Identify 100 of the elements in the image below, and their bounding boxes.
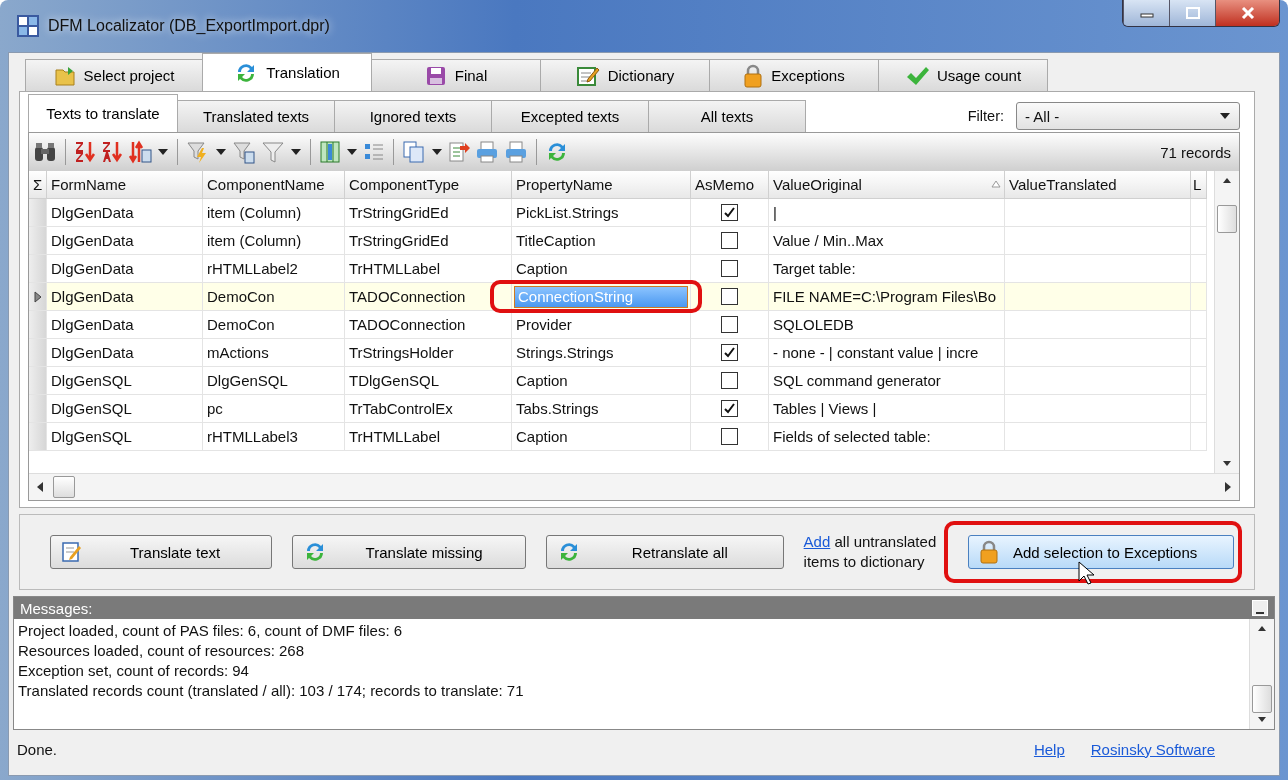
table-cell: TrStringsHolder xyxy=(345,339,512,367)
scroll-right-icon xyxy=(1225,482,1231,492)
column-header[interactable]: AsMemo xyxy=(691,171,769,199)
tab[interactable]: Select project xyxy=(25,59,203,91)
column-header: Σ xyxy=(29,171,47,199)
check-icon xyxy=(723,402,736,415)
binoculars-icon xyxy=(33,141,57,163)
printer-icon xyxy=(475,140,499,164)
check-icon xyxy=(723,206,736,219)
current-row-icon xyxy=(32,290,43,303)
column-header[interactable]: L xyxy=(1191,171,1207,199)
checkbox[interactable] xyxy=(721,372,738,389)
action-button[interactable]: Retranslate all xyxy=(546,535,784,569)
filter-dropdown[interactable]: - All - xyxy=(1016,102,1240,130)
caret-icon xyxy=(431,148,443,156)
vertical-scrollbar[interactable] xyxy=(1214,171,1239,473)
table-cell: TrStringGridEd xyxy=(345,227,512,255)
subtab[interactable]: All texts xyxy=(648,100,806,132)
vertical-scrollbar[interactable] xyxy=(1249,619,1274,729)
horizontal-scrollbar[interactable] xyxy=(29,473,1239,500)
checkbox[interactable] xyxy=(721,428,738,445)
column-header[interactable]: ComponentName xyxy=(203,171,345,199)
table-cell: item (Column) xyxy=(203,199,345,227)
table-cell: DlgGenSQL xyxy=(47,423,203,451)
filter-label: Filter: xyxy=(967,108,1004,124)
tab[interactable]: Translation xyxy=(202,53,372,91)
empty-cell xyxy=(1191,227,1207,255)
status-link[interactable]: Rosinsky Software xyxy=(1090,740,1215,758)
table-cell: TrHTMLLabel xyxy=(345,423,512,451)
checkbox[interactable] xyxy=(721,316,738,333)
copy-icon xyxy=(402,140,426,164)
status-link[interactable]: Help xyxy=(1033,740,1065,758)
padlock-icon xyxy=(743,63,764,88)
table-cell: TrStringGridEd xyxy=(345,199,512,227)
subtab[interactable]: Translated texts xyxy=(177,100,335,132)
empty-cell xyxy=(1191,395,1207,423)
minimize-icon xyxy=(1256,611,1264,615)
table-cell: DemoCon xyxy=(203,283,345,311)
subtab[interactable]: Excepted texts xyxy=(491,100,649,132)
action-button[interactable]: Translate missing xyxy=(292,535,526,569)
tab[interactable]: Dictionary xyxy=(540,59,710,91)
columns-icon xyxy=(319,140,341,164)
column-header[interactable]: ValueOriginal xyxy=(769,171,1005,199)
table-cell: | xyxy=(769,199,1005,227)
checkbox[interactable] xyxy=(721,344,738,361)
table-cell: SQLOLEDB xyxy=(769,311,1005,339)
scroll-down-icon xyxy=(1222,461,1232,467)
tab[interactable]: Usage count xyxy=(878,59,1048,91)
table-cell: Caption xyxy=(512,367,691,395)
table-cell: Caption xyxy=(512,255,691,283)
check-icon xyxy=(723,346,736,359)
table-cell: DlgGenSQL xyxy=(47,367,203,395)
table-cell: DemoCon xyxy=(203,311,345,339)
printer-icon xyxy=(504,140,528,164)
maximize-button[interactable] xyxy=(1169,0,1215,26)
table-cell: FILE NAME=C:\Program Files\Bo xyxy=(769,283,1005,311)
column-header[interactable]: ComponentType xyxy=(345,171,512,199)
table-cell: SQL command generator xyxy=(769,367,1005,395)
checkbox[interactable] xyxy=(721,232,738,249)
mouse-cursor-icon xyxy=(1078,561,1094,585)
action-button[interactable]: Translate text xyxy=(50,535,273,569)
table-cell: item (Column) xyxy=(203,227,345,255)
checkbox[interactable] xyxy=(721,204,738,221)
checkbox[interactable] xyxy=(721,260,738,277)
scrollbar-thumb[interactable] xyxy=(1217,205,1237,233)
add-link[interactable]: Add xyxy=(803,533,831,550)
table-cell: DlgGenSQL xyxy=(47,395,203,423)
message-line: Project loaded, count of PAS files: 6, count of DMF files: 6 xyxy=(18,621,404,641)
subtab[interactable]: Texts to translate xyxy=(28,94,178,132)
row-indicator[interactable] xyxy=(29,283,47,311)
minimize-button[interactable] xyxy=(1123,0,1169,26)
column-header[interactable]: PropertyName xyxy=(512,171,691,199)
caret-icon xyxy=(1219,112,1231,120)
app-logo-icon xyxy=(16,14,40,38)
caret-icon xyxy=(290,148,302,156)
notebook-pencil-icon xyxy=(575,64,600,87)
pencil-note-icon xyxy=(61,541,83,563)
padlock-icon xyxy=(979,540,999,564)
table-cell: DlgGenData xyxy=(47,311,203,339)
caret-icon xyxy=(157,148,169,156)
checkbox[interactable] xyxy=(721,400,738,417)
add-to-exceptions-button[interactable]: Add selection to Exceptions xyxy=(968,535,1234,569)
scroll-up-icon xyxy=(1222,177,1232,183)
close-button[interactable] xyxy=(1215,0,1279,26)
column-header[interactable]: FormName xyxy=(47,171,203,199)
checkbox[interactable] xyxy=(721,288,738,305)
tab[interactable]: Final xyxy=(371,59,541,91)
tab[interactable]: Exceptions xyxy=(709,59,879,91)
window-title: DFM Localizator (DB_ExportImport.dpr) xyxy=(48,17,330,35)
table-cell: DlgGenData xyxy=(47,339,203,367)
empty-cell xyxy=(1191,339,1207,367)
column-header[interactable]: ValueTranslated xyxy=(1005,171,1191,199)
table-cell: TADOConnection xyxy=(345,283,512,311)
minimize-panel-button[interactable] xyxy=(1252,600,1268,616)
scrollbar-thumb[interactable] xyxy=(53,476,75,498)
scroll-left-icon xyxy=(37,482,43,492)
scroll-up-icon xyxy=(1257,625,1267,631)
message-line: Resources loaded, count of resources: 268 xyxy=(18,641,305,661)
scrollbar-thumb[interactable] xyxy=(1252,685,1272,713)
subtab[interactable]: Ignored texts xyxy=(334,100,492,132)
